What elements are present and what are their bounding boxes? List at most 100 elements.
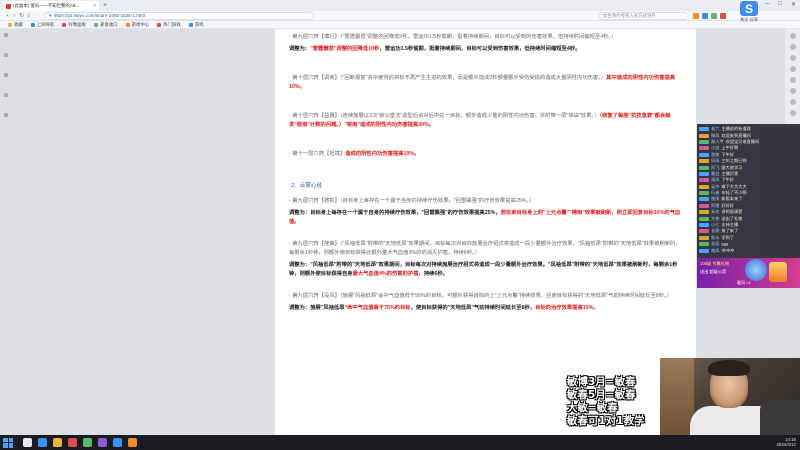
tool-icon[interactable] xyxy=(789,33,796,39)
sidebar-icon[interactable] xyxy=(4,33,8,37)
folder-icon[interactable] xyxy=(53,438,62,447)
user-badge-icon xyxy=(699,171,709,176)
paragraph-text: · 第九层穴窍【挫策】（"风袖低昂"附带的"天地低昂"效果期间，目标每次对目标施… xyxy=(289,241,681,256)
user-badge-icon xyxy=(699,242,709,247)
right-tool-strip xyxy=(785,29,800,124)
download-icon[interactable] xyxy=(702,12,708,19)
chat-text: 好好好 xyxy=(721,202,734,208)
chat-username[interactable]: 游侠 xyxy=(711,152,719,158)
tab-close-icon[interactable]: × xyxy=(93,3,96,9)
chat-text: 拿下大大大大 xyxy=(721,183,747,189)
adjustment-paragraph: 调整为：施展"风袖低昂"命中气血值高于75%的目标，使目标获得的"天地低昂"气劲… xyxy=(289,304,682,313)
home-icon[interactable]: ⌂ xyxy=(25,13,32,19)
chat-username[interactable]: 行者 xyxy=(711,190,719,196)
highlighted-text: 目标的治疗效果提高15%。 xyxy=(535,305,599,311)
search-input[interactable]: 女生预约考核入驻方式领券 xyxy=(599,11,687,20)
chat-username[interactable]: 微风 xyxy=(711,133,719,139)
chat-username[interactable]: 清风 xyxy=(711,177,719,183)
chat-username[interactable]: 小白 xyxy=(711,145,719,151)
chat-username[interactable]: 路人甲 xyxy=(711,139,724,145)
user-badge-icon xyxy=(699,223,709,228)
bookmark-item[interactable]: 好像面板 xyxy=(62,22,86,28)
chat-username[interactable]: 风雨 xyxy=(711,158,719,164)
minimize-button[interactable]: ─ xyxy=(765,1,769,8)
sidebar-icon[interactable] xyxy=(4,53,8,57)
chat-username[interactable]: 长歌 xyxy=(711,228,719,234)
tool-icon[interactable] xyxy=(789,99,796,105)
skill-paragraph: · 第九层穴窍【德彰】（目标身上每存在一个属于自身的持续疗伤效果，"回雷飘强"的… xyxy=(289,197,682,206)
chat-text: 下午好 xyxy=(721,151,734,157)
paragraph-text: ，使目标获得的"天地低昂"气劲持续时间延长至8秒， xyxy=(410,305,536,311)
browser-tab[interactable]: (此副本) 蛋码——不知巨蟹的AB... × xyxy=(3,1,99,11)
chat-username[interactable]: 云中 xyxy=(711,184,719,190)
highlighted-text: 最大气血值4%的伤害的护盾 xyxy=(352,271,419,277)
bookmark-item[interactable]: 游戏中心 xyxy=(125,22,149,28)
bookmark-item[interactable]: 收藏 xyxy=(8,22,23,28)
chat-text: 跟大佬学习 xyxy=(721,164,743,170)
chat-username[interactable]: 小七 xyxy=(711,222,719,228)
app-icon[interactable] xyxy=(98,438,107,447)
stream-logo-icon[interactable]: S xyxy=(739,0,759,17)
chat-text: 主播说的有道理 xyxy=(721,126,751,132)
adjustment-paragraph: 调整为："风袖低昂"附带的"天地低昂"效果期间，目标每次对持续施展治疗招式将造成… xyxy=(289,261,682,279)
chat-username[interactable]: 墨白 xyxy=(711,171,719,177)
chat-username[interactable]: 老六 xyxy=(711,126,719,132)
url-field[interactable]: ● https://p2.wpyu.com/share-2460-1525-1.… xyxy=(44,11,314,20)
user-badge-icon xyxy=(699,133,709,138)
tool-icon[interactable] xyxy=(789,66,796,72)
forward-icon[interactable]: › xyxy=(11,13,18,19)
caption-line: 敏春5月=敏春 xyxy=(567,389,636,401)
system-clock[interactable]: 14:15 2024/3/12 xyxy=(776,437,796,447)
back-icon[interactable]: ‹ xyxy=(4,13,11,19)
chat-username[interactable]: 南风 xyxy=(711,248,719,254)
tool-icon[interactable] xyxy=(789,77,796,83)
paragraph-text: 调整为：施展"风袖低昂" xyxy=(289,305,347,311)
stream-labels: 关注 分享 xyxy=(740,17,758,22)
site-favicon-icon xyxy=(6,3,11,9)
chat-username[interactable]: 阿飞 xyxy=(711,165,719,171)
bookmark-item[interactable]: 爱盘收口 xyxy=(93,22,118,28)
app-icon[interactable] xyxy=(68,438,77,447)
bookmark-item[interactable]: 游戏 xyxy=(188,22,203,28)
section-heading: 2、云掌心经 xyxy=(291,181,682,189)
close-window-button[interactable]: ✕ xyxy=(791,1,796,8)
chat-text: 冲冲冲 xyxy=(721,247,734,253)
sidebar-icon[interactable] xyxy=(4,93,8,97)
skill-paragraph: · 第九层穴窍【没风】（施展"风袖低昂"会中气血值低于50%的目标，可额外获得目… xyxy=(289,292,682,301)
tool-icon[interactable] xyxy=(789,44,796,50)
chat-username[interactable]: 秋水 xyxy=(711,235,719,241)
search-icon[interactable] xyxy=(23,438,32,447)
chat-username[interactable]: 北辰 xyxy=(711,241,719,247)
tool-icon[interactable] xyxy=(789,55,796,61)
refresh-icon[interactable]: ↻ xyxy=(18,12,25,19)
chat-username[interactable]: 夜雨 xyxy=(711,196,719,202)
user-badge-icon xyxy=(699,165,709,170)
chat-username[interactable]: 大侠 xyxy=(711,216,719,222)
sidebar-icon[interactable] xyxy=(4,73,8,77)
bookmark-item[interactable]: 热门游戏 xyxy=(157,22,181,28)
app-icon[interactable] xyxy=(113,438,122,447)
start-button[interactable] xyxy=(3,437,13,448)
skill-paragraph: · 第十一层穴窍【坦境】造成的阴性内功伤害提高10%。 xyxy=(289,150,682,159)
chat-username[interactable]: 阿狸 xyxy=(711,203,719,209)
app-icon[interactable] xyxy=(128,438,137,447)
sidebar-icon[interactable] xyxy=(4,113,8,117)
tool-icon[interactable] xyxy=(789,88,796,94)
user-badge-icon xyxy=(699,152,709,157)
paragraph-text: ，雷运功1.5秒偷期，挺着持续期间，目标可以受到伤害效果，但持续时间缩短至4秒。 xyxy=(379,46,581,52)
bookmark-item[interactable]: 上网导航 xyxy=(30,22,54,28)
browser-app-icon[interactable] xyxy=(38,438,47,447)
chat-username[interactable]: 无名 xyxy=(711,209,719,215)
extension-icon[interactable] xyxy=(693,12,699,19)
gift-sender: 暖风 ×1 xyxy=(737,280,751,285)
account-icon[interactable] xyxy=(711,12,717,19)
maximize-button[interactable]: □ xyxy=(778,1,782,8)
paragraph-text: · 第九层穴窍【没风】（施展"风袖低昂"会中气血值低于50%的目标，可额外获得目… xyxy=(289,293,672,299)
skill-paragraph: · 第十层穴窍【益惠】（连续施展以3次"锁公皇法"造型后会对后中任一目标、额外造… xyxy=(289,112,682,130)
menu-icon[interactable] xyxy=(720,12,726,19)
new-tab-button[interactable]: + xyxy=(103,2,107,9)
app-icon[interactable] xyxy=(83,438,92,447)
tool-icon[interactable] xyxy=(789,110,796,116)
user-badge-icon xyxy=(699,191,709,196)
article-content: · 第九层穴窍【博行】（"雷霆震怒"调整的回降低5秒，雷运功1.5秒偷期，挺着持… xyxy=(275,29,696,435)
